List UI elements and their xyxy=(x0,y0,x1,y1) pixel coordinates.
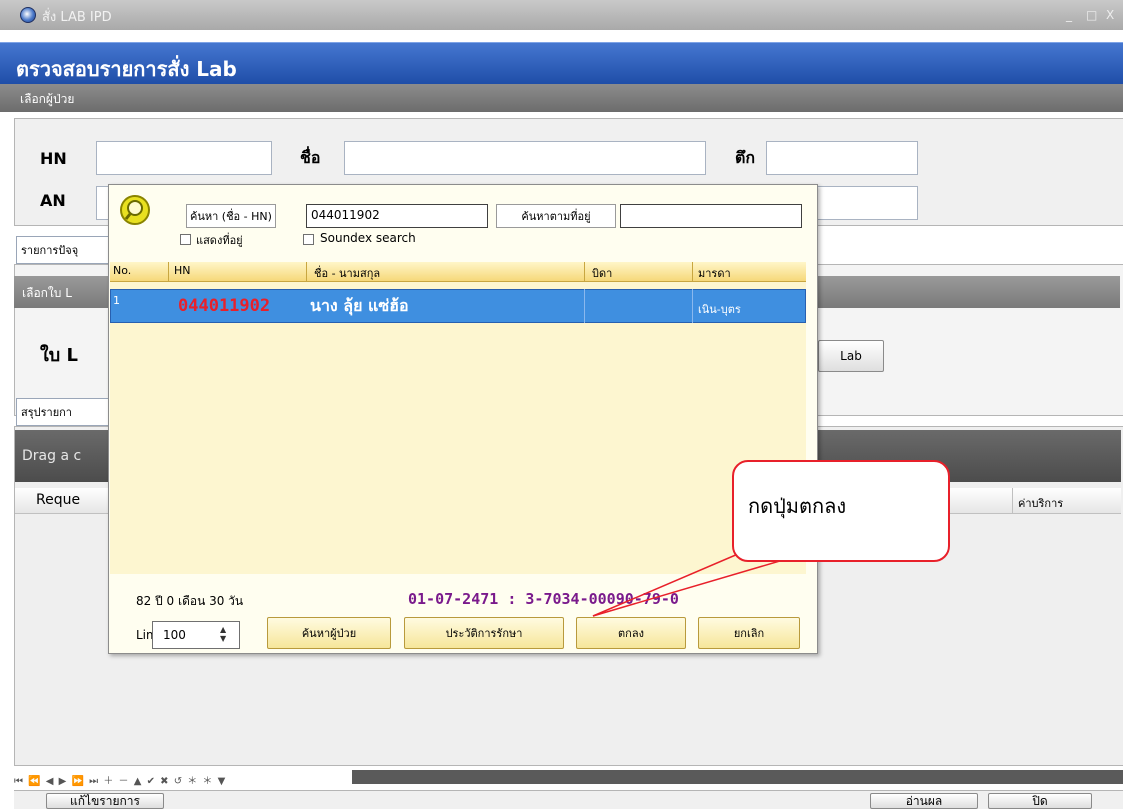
callout-text: กดปุ่มตกลง xyxy=(748,494,847,518)
callout-pointer xyxy=(592,547,791,617)
